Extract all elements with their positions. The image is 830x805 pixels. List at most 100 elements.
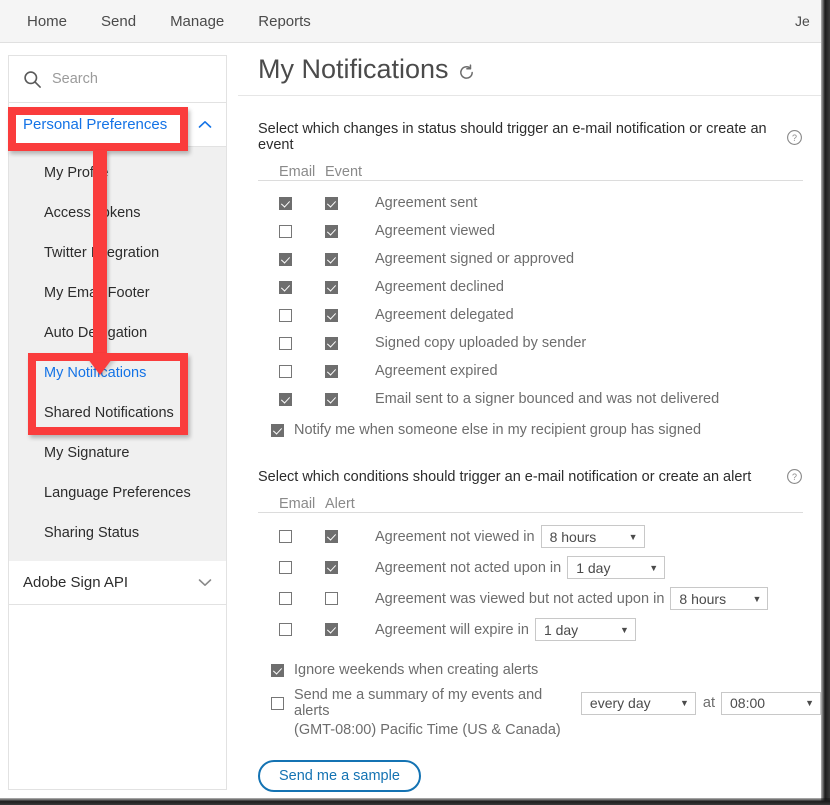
cell-email xyxy=(279,225,325,238)
row-label: Agreement expired xyxy=(375,363,498,379)
checkbox-email-signed-copy-uploaded[interactable] xyxy=(279,337,292,350)
status-column-headers: Email Event xyxy=(258,155,803,181)
checkbox-email-agreement-delegated[interactable] xyxy=(279,309,292,322)
row-label: Agreement signed or approved xyxy=(375,251,574,267)
table-row: Agreement will expire in 1 day ▼ xyxy=(258,614,821,645)
user-account-menu[interactable]: Je xyxy=(795,0,817,43)
checkbox-email-agreement-viewed[interactable] xyxy=(279,225,292,238)
sidebar-item-my-profile[interactable]: My Profile xyxy=(9,153,226,193)
send-me-a-sample-button[interactable]: Send me a sample xyxy=(258,760,421,792)
sidebar-item-my-email-footer[interactable]: My Email Footer xyxy=(9,273,226,313)
top-navigation-bar: Home Send Manage Reports Je xyxy=(0,0,821,43)
checkbox-alert-not-viewed[interactable] xyxy=(325,530,338,543)
checkbox-email-not-viewed[interactable] xyxy=(279,530,292,543)
chevron-up-icon xyxy=(198,120,212,129)
checkbox-email-will-expire[interactable] xyxy=(279,623,292,636)
at-label: at xyxy=(703,695,715,711)
checkbox-event-agreement-delegated[interactable] xyxy=(325,309,338,322)
cell-event xyxy=(325,337,375,350)
checkbox-email-agreement-expired[interactable] xyxy=(279,365,292,378)
checkbox-email-agreement-signed[interactable] xyxy=(279,253,292,266)
table-row: Agreement sent xyxy=(258,189,821,217)
sidebar-item-my-signature[interactable]: My Signature xyxy=(9,433,226,473)
table-row: Email sent to a signer bounced and was n… xyxy=(258,385,821,413)
cell-email xyxy=(279,393,325,406)
select-summary-frequency[interactable]: every day ▼ xyxy=(581,692,696,715)
checkbox-email-agreement-declined[interactable] xyxy=(279,281,292,294)
select-not-acted-upon-duration[interactable]: 1 day ▼ xyxy=(567,556,665,579)
checkbox-event-agreement-signed[interactable] xyxy=(325,253,338,266)
cell-email xyxy=(279,197,325,210)
table-row: Agreement was viewed but not acted upon … xyxy=(258,583,821,614)
chevron-down-icon: ▼ xyxy=(629,532,638,542)
sidebar-item-shared-notifications[interactable]: Shared Notifications xyxy=(9,393,226,433)
table-row: Agreement not viewed in 8 hours ▼ xyxy=(258,521,821,552)
search-input[interactable] xyxy=(52,71,202,87)
checkbox-event-agreement-viewed[interactable] xyxy=(325,225,338,238)
help-icon[interactable]: ? xyxy=(786,129,803,146)
checkbox-ignore-weekends[interactable] xyxy=(271,664,284,677)
chevron-down-icon: ▼ xyxy=(680,698,689,708)
svg-text:?: ? xyxy=(792,472,797,482)
checkbox-event-email-bounced[interactable] xyxy=(325,393,338,406)
search-icon xyxy=(23,70,42,89)
checkbox-send-summary[interactable] xyxy=(271,697,284,710)
row-label: Agreement sent xyxy=(375,195,477,211)
cell-alert xyxy=(325,530,375,543)
nav-item-manage[interactable]: Manage xyxy=(153,0,241,43)
row-label: Agreement viewed xyxy=(375,223,495,239)
cell-email xyxy=(279,253,325,266)
nav-item-send[interactable]: Send xyxy=(84,0,153,43)
sidebar-group-adobe-sign-api[interactable]: Adobe Sign API xyxy=(9,561,226,605)
checkbox-email-email-bounced[interactable] xyxy=(279,393,292,406)
checkbox-alert-not-acted-upon[interactable] xyxy=(325,561,338,574)
main-content: My Notifications Select which changes in… xyxy=(238,43,821,798)
chevron-down-icon xyxy=(198,578,212,587)
sidebar-item-language-preferences[interactable]: Language Preferences xyxy=(9,473,226,513)
sidebar-item-twitter-integration[interactable]: Twitter Integration xyxy=(9,233,226,273)
checkbox-email-not-acted-upon[interactable] xyxy=(279,561,292,574)
checkbox-notify-recipient-group[interactable] xyxy=(271,424,284,437)
cell-alert xyxy=(325,561,375,574)
sidebar-item-my-notifications[interactable]: My Notifications xyxy=(9,353,226,393)
cell-alert xyxy=(325,623,375,636)
send-summary-row: Send me a summary of my events and alert… xyxy=(271,687,821,719)
cell-event xyxy=(325,393,375,406)
checkbox-event-agreement-declined[interactable] xyxy=(325,281,338,294)
cell-email xyxy=(279,309,325,322)
sidebar-item-auto-delegation[interactable]: Auto Delegation xyxy=(9,313,226,353)
sidebar-group-personal-preferences[interactable]: Personal Preferences xyxy=(9,103,226,147)
sidebar-group-label: Personal Preferences xyxy=(23,116,167,133)
select-viewed-not-acted-duration[interactable]: 8 hours ▼ xyxy=(670,587,768,610)
cell-email xyxy=(279,530,325,543)
select-not-viewed-duration[interactable]: 8 hours ▼ xyxy=(541,525,645,548)
help-icon[interactable]: ? xyxy=(786,468,803,485)
ignore-weekends-label: Ignore weekends when creating alerts xyxy=(294,662,538,678)
status-section-heading-row: Select which changes in status should tr… xyxy=(258,121,821,153)
cell-email xyxy=(279,623,325,636)
nav-item-reports[interactable]: Reports xyxy=(241,0,328,43)
checkbox-event-signed-copy-uploaded[interactable] xyxy=(325,337,338,350)
nav-item-home[interactable]: Home xyxy=(10,0,84,43)
checkbox-email-agreement-sent[interactable] xyxy=(279,197,292,210)
table-row: Agreement signed or approved xyxy=(258,245,821,273)
chevron-down-icon: ▼ xyxy=(649,563,658,573)
select-value: 8 hours xyxy=(550,529,597,545)
sidebar-group-label: Adobe Sign API xyxy=(23,574,128,591)
checkbox-alert-will-expire[interactable] xyxy=(325,623,338,636)
refresh-icon[interactable] xyxy=(458,64,475,81)
timezone-label: (GMT-08:00) Pacific Time (US & Canada) xyxy=(271,722,821,738)
select-will-expire-duration[interactable]: 1 day ▼ xyxy=(535,618,636,641)
sidebar-item-sharing-status[interactable]: Sharing Status xyxy=(9,513,226,553)
checkbox-email-viewed-not-acted[interactable] xyxy=(279,592,292,605)
window-frame-bottom-edge xyxy=(0,798,830,805)
checkbox-event-agreement-expired[interactable] xyxy=(325,365,338,378)
cell-email xyxy=(279,561,325,574)
sidebar-item-access-tokens[interactable]: Access Tokens xyxy=(9,193,226,233)
select-summary-time[interactable]: 08:00 ▼ xyxy=(721,692,821,715)
checkbox-event-agreement-sent[interactable] xyxy=(325,197,338,210)
svg-text:?: ? xyxy=(792,132,797,142)
row-label: Agreement not acted upon in xyxy=(375,560,561,576)
checkbox-alert-viewed-not-acted[interactable] xyxy=(325,592,338,605)
table-row: Agreement declined xyxy=(258,273,821,301)
